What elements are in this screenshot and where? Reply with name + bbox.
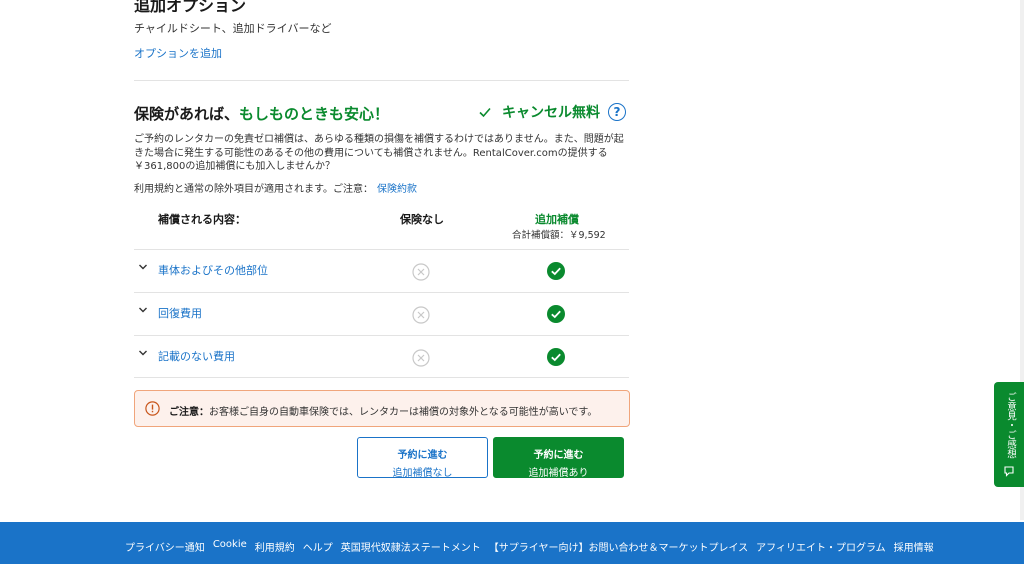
check-circle-icon (547, 305, 565, 323)
table-row[interactable]: 車体およびその他部位 (134, 249, 629, 292)
table-row[interactable]: 記載のない費用 (134, 335, 629, 378)
proceed-without-coverage-button[interactable]: 予約に進む 追加補償なし (357, 437, 488, 479)
chevron-down-icon[interactable] (138, 262, 148, 272)
insurance-title-prefix: 保険があれば、 (134, 105, 240, 123)
chevron-down-icon[interactable] (138, 348, 148, 358)
insurance-title: 保険があれば、もしものときも安心！ (134, 103, 389, 124)
chevron-down-icon[interactable] (138, 305, 148, 315)
extra-coverage-total: 合計補償額：￥9,592 (512, 230, 606, 241)
footer-link-help[interactable]: ヘルプ (303, 539, 333, 554)
x-circle-icon (412, 349, 430, 367)
feedback-label: ご意見・ご感想 (1005, 392, 1016, 459)
addon-description: チャイルドシート、追加ドライバーなど (134, 22, 332, 35)
coverage-column-header: 補償される内容： (158, 213, 246, 226)
insurance-description: ご予約のレンタカーの免責ゼロ補償は、あらゆる種類の損傷を補償するわけではありませ… (134, 134, 624, 172)
extra-coverage-column-header: 追加補償 (535, 213, 579, 226)
footer-link-cookie[interactable]: Cookie (213, 539, 247, 554)
x-circle-icon (412, 306, 430, 324)
proceed-with-coverage-button[interactable]: 予約に進む 追加補償あり (493, 437, 624, 479)
footer-link-affiliate[interactable]: アフィリエイト・プログラム (756, 539, 886, 554)
footer-link-privacy[interactable]: プライバシー通知 (125, 539, 205, 554)
terms-text: 利用規約と通常の除外項目が適用されます。ご注意： (134, 184, 373, 195)
footer-link-careers[interactable]: 採用情報 (894, 539, 934, 554)
check-icon (479, 107, 491, 118)
footer-link-terms[interactable]: 利用規約 (255, 539, 295, 554)
question-circle-icon[interactable]: ? (608, 103, 626, 121)
free-cancellation-label: キャンセル無料 (502, 105, 600, 121)
free-cancellation: キャンセル無料 ? (478, 102, 626, 122)
row-label-other[interactable]: 記載のない費用 (158, 348, 235, 364)
warning-circle-icon (145, 401, 160, 416)
footer-link-modern-slavery[interactable]: 英国現代奴隷法ステートメント (341, 539, 481, 554)
policy-link[interactable]: 保険約款 (377, 184, 417, 195)
page: 追加オプション チャイルドシート、追加ドライバーなど オプションを追加 保険があ… (0, 0, 1024, 564)
footer-links: プライバシー通知 Cookie 利用規約 ヘルプ 英国現代奴隷法ステートメント … (125, 539, 942, 554)
feedback-tab[interactable]: ご意見・ご感想 (994, 382, 1024, 487)
footer-link-suppliers[interactable]: 【サプライヤー向け】お問い合わせ＆マーケットプレイス (489, 539, 748, 554)
notice-text: お客様ご自身の自動車保険では、レンタカーは補償の対象外となる可能性が高いです。 (209, 407, 598, 418)
notice-label: ご注意： (169, 407, 209, 418)
check-circle-icon (547, 262, 565, 280)
add-option-link[interactable]: オプションを追加 (134, 45, 222, 61)
addon-title: 追加オプション (134, 0, 247, 15)
table-row[interactable]: 回復費用 (134, 292, 629, 335)
row-label-recovery[interactable]: 回復費用 (158, 305, 202, 321)
row-label-body[interactable]: 車体およびその他部位 (158, 262, 268, 278)
terms-line: 利用規約と通常の除外項目が適用されます。ご注意： 保険約款 (134, 180, 417, 195)
x-circle-icon (412, 263, 430, 281)
insurance-notice: ご注意： お客様ご自身の自動車保険では、レンタカーは補償の対象外となる可能性が高… (134, 390, 630, 427)
no-insurance-column-header: 保険なし (400, 213, 444, 226)
footer: プライバシー通知 Cookie 利用規約 ヘルプ 英国現代奴隷法ステートメント … (0, 522, 1024, 564)
section-divider (134, 80, 629, 81)
button-main-label: 予約に進む (533, 450, 584, 461)
button-sub-label: 追加補償あり (528, 468, 589, 479)
button-main-label: 予約に進む (397, 450, 448, 461)
button-sub-label: 追加補償なし (392, 468, 453, 479)
chat-bubble-icon (1004, 466, 1014, 477)
check-circle-icon (547, 348, 565, 366)
insurance-title-highlight: もしものときも安心！ (239, 105, 390, 123)
